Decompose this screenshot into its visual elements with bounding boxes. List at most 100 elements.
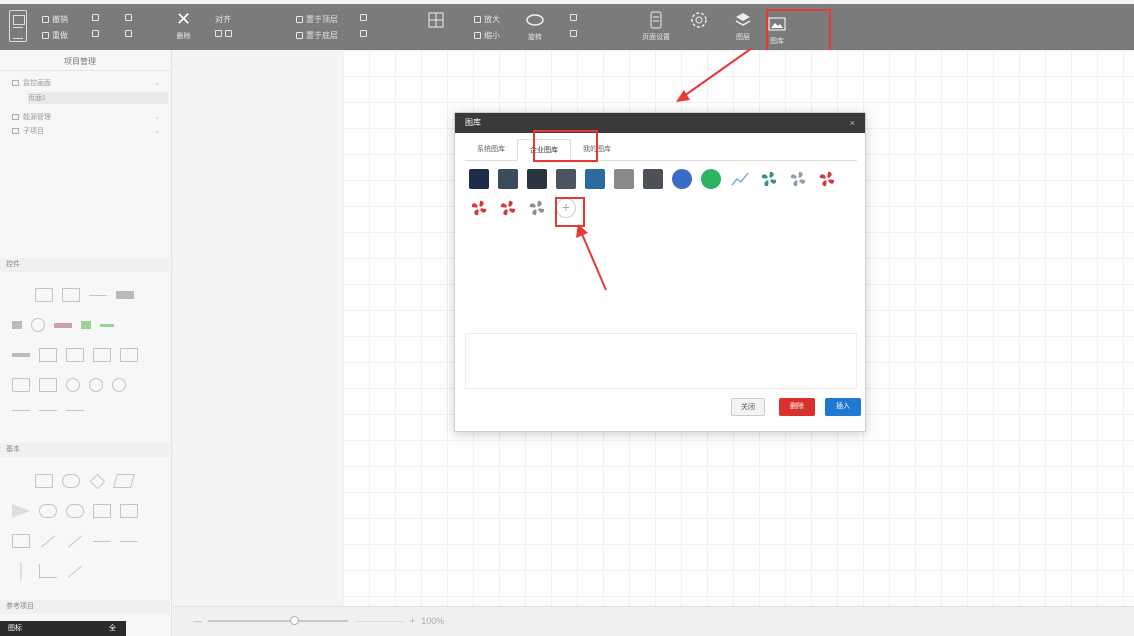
- cabinet-image[interactable]: [556, 169, 576, 189]
- fan-grey-2-image[interactable]: [527, 198, 547, 218]
- insert-button[interactable]: 插入: [825, 398, 861, 416]
- green-dial-image[interactable]: [701, 169, 721, 189]
- tree-item-page1[interactable]: 页面1: [28, 92, 168, 104]
- zoom-slider[interactable]: [208, 616, 348, 625]
- curve-shape[interactable]: [93, 540, 111, 542]
- fan-teal-image[interactable]: [759, 169, 779, 189]
- undo-button[interactable]: 撤销: [42, 14, 68, 25]
- table-icon[interactable]: [39, 378, 57, 392]
- panel-image[interactable]: [585, 169, 605, 189]
- hline-shape[interactable]: [120, 540, 138, 542]
- column-chart-icon[interactable]: [120, 348, 138, 362]
- document-shape[interactable]: [120, 504, 138, 518]
- arrow-line-shape[interactable]: [67, 564, 83, 578]
- gauge-icon[interactable]: [66, 378, 80, 392]
- controls-row-5: [12, 410, 84, 411]
- controls-row-4: [12, 378, 126, 392]
- triangle-shape[interactable]: [12, 504, 30, 518]
- vline-shape[interactable]: [20, 562, 22, 580]
- add-button-highlight: [555, 197, 585, 227]
- zoom-out-icon[interactable]: —: [193, 616, 202, 626]
- hr3-shape[interactable]: [66, 410, 84, 411]
- capsule-shape[interactable]: [66, 504, 84, 518]
- globe-image[interactable]: [672, 169, 692, 189]
- tree-item-energy[interactable]: 能源管理 ⌄: [12, 112, 160, 122]
- cylinder-shape[interactable]: [39, 504, 57, 518]
- line-indicator-shape[interactable]: [100, 323, 114, 327]
- tab-system-gallery[interactable]: 系统图库: [465, 139, 517, 160]
- project-panel-title: 项目管理: [64, 57, 96, 66]
- bar-shape[interactable]: [12, 353, 30, 357]
- machine-image[interactable]: [527, 169, 547, 189]
- parallelogram-shape[interactable]: [113, 474, 135, 488]
- indicator-shape[interactable]: [81, 321, 91, 329]
- bar-chart-icon[interactable]: [66, 348, 84, 362]
- zoom-out-button[interactable]: 缩小: [474, 30, 500, 41]
- rectangle-shape[interactable]: [35, 474, 53, 488]
- chevron-down-icon: ⌄: [154, 80, 160, 87]
- tree-item-monitor[interactable]: 监控画面 ⌄: [12, 78, 160, 88]
- layers-icon: [735, 13, 751, 26]
- hr-shape[interactable]: [12, 410, 30, 411]
- align-tools[interactable]: 对齐: [215, 14, 231, 25]
- bulb-icon[interactable]: [31, 318, 45, 332]
- chart-shape[interactable]: [39, 348, 57, 362]
- upload-area[interactable]: [465, 333, 857, 389]
- bring-to-front-button[interactable]: 置于顶层: [296, 14, 338, 25]
- section-reference[interactable]: 参考项目: [0, 600, 170, 614]
- clock-icon[interactable]: [89, 378, 103, 392]
- line2-shape[interactable]: [67, 534, 83, 548]
- hr2-shape[interactable]: [39, 410, 57, 411]
- undo-icon: [42, 16, 49, 23]
- gallery-button-highlight: [766, 9, 831, 52]
- send-to-back-button[interactable]: 置于底层: [296, 30, 338, 41]
- section-controls[interactable]: 控件: [0, 258, 170, 272]
- close-icon[interactable]: ×: [850, 113, 855, 133]
- enterprise-tab-highlight: [533, 130, 598, 162]
- server-room-image[interactable]: [498, 169, 518, 189]
- redo-button[interactable]: 重做: [42, 30, 68, 41]
- fan-red-image[interactable]: [817, 169, 837, 189]
- button-shape[interactable]: [35, 288, 53, 302]
- toggle-shape[interactable]: [12, 321, 22, 329]
- delay-shape[interactable]: [12, 534, 30, 548]
- sidebar-footer[interactable]: 图标全: [0, 621, 126, 636]
- fan-red-2-image[interactable]: [469, 198, 489, 218]
- basic-row-4: [12, 562, 84, 580]
- grid-button[interactable]: [428, 10, 444, 32]
- rounded-rect-shape[interactable]: [62, 474, 80, 488]
- corner-shape[interactable]: [39, 564, 57, 578]
- text-shape[interactable]: [89, 294, 107, 296]
- input-shape[interactable]: [62, 288, 80, 302]
- diamond-shape[interactable]: [89, 473, 106, 489]
- camera-image[interactable]: [643, 169, 663, 189]
- section-basic[interactable]: 基本: [0, 443, 170, 457]
- chevron-down-icon: ⌄: [154, 128, 160, 135]
- triangle-icon[interactable]: [12, 378, 30, 392]
- zoom-slider-handle[interactable]: [290, 616, 299, 625]
- fan-grey-image[interactable]: [788, 169, 808, 189]
- rotate-button[interactable]: 旋转: [526, 10, 544, 42]
- line-shape[interactable]: [40, 534, 56, 548]
- status-bar: — + 100%: [173, 606, 1134, 636]
- lamp-icon[interactable]: [112, 378, 126, 392]
- fan-red-3-image[interactable]: [498, 198, 518, 218]
- cable-image[interactable]: [614, 169, 634, 189]
- zoom-in-button[interactable]: 放大: [474, 14, 500, 25]
- slider-shape[interactable]: [116, 291, 134, 299]
- rotate-icon: [526, 14, 544, 26]
- tree-item-sub[interactable]: 子项目 ⌄: [12, 126, 160, 136]
- page-settings-button[interactable]: 页面设置: [642, 10, 670, 42]
- night-scene-image[interactable]: [469, 169, 489, 189]
- settings-button[interactable]: [690, 10, 708, 32]
- line-chart-image[interactable]: [730, 169, 750, 189]
- layers-button[interactable]: 图层: [734, 10, 752, 42]
- progress-shape[interactable]: [54, 322, 72, 328]
- delete-image-button[interactable]: 删除: [779, 398, 815, 416]
- callout-shape[interactable]: [93, 504, 111, 518]
- line-chart-icon[interactable]: [93, 348, 111, 362]
- gallery-tabs: 系统图库 企业图库 我的图库: [465, 139, 857, 161]
- zoom-in-icon[interactable]: +: [410, 616, 415, 626]
- close-button[interactable]: 关闭: [731, 398, 765, 416]
- delete-button[interactable]: ✕ 删除: [176, 9, 191, 41]
